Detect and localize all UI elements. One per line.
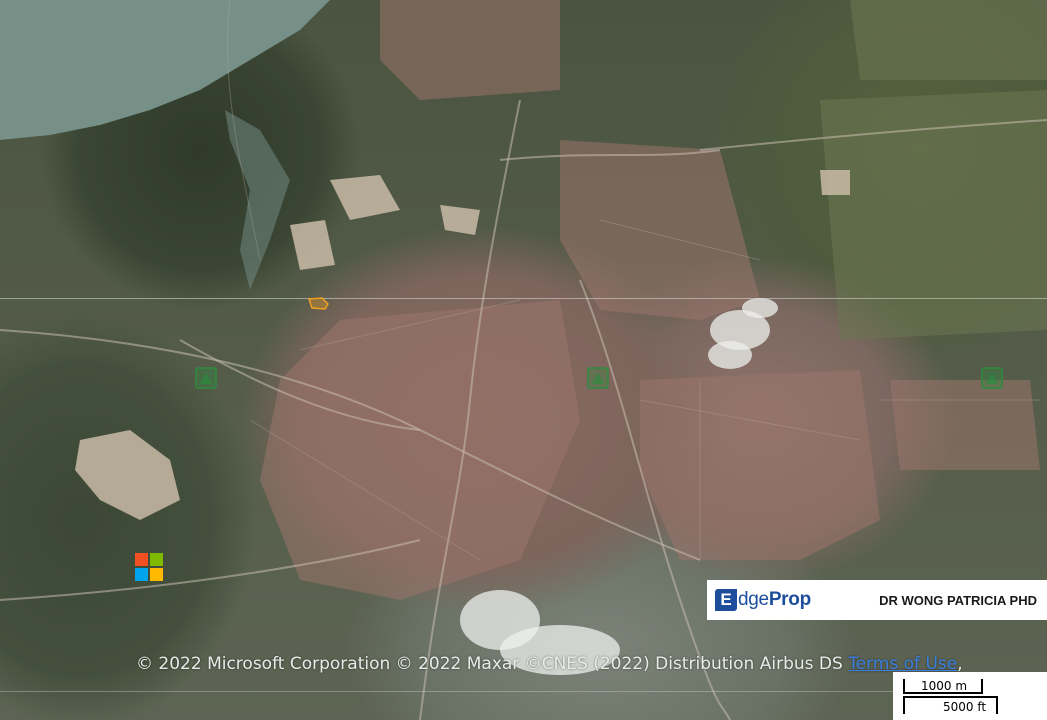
grid-line — [0, 691, 1047, 692]
agent-banner: E dgeProp DR WONG PATRICIA PHD — [707, 580, 1047, 620]
microsoft-logo-yellow — [150, 568, 163, 581]
edgeprop-logo-e: E — [715, 589, 737, 611]
edgeprop-logo[interactable]: E dgeProp — [715, 589, 811, 611]
satellite-map[interactable]: E dgeProp DR WONG PATRICIA PHD © 2022 Mi… — [0, 0, 1047, 720]
green-poi-marker[interactable] — [586, 366, 610, 392]
microsoft-logo-blue — [135, 568, 148, 581]
property-plot-outline[interactable] — [308, 297, 330, 311]
scale-imperial-label: 5000 ft — [943, 700, 987, 714]
microsoft-logo — [135, 553, 163, 581]
terms-of-use-link[interactable]: Terms of Use — [848, 654, 957, 674]
edgeprop-logo-mid: dge — [738, 589, 769, 610]
green-poi-marker[interactable] — [194, 366, 218, 392]
microsoft-logo-red — [135, 553, 148, 566]
grid-line — [0, 298, 1047, 299]
scale-metric-label: 1000 m — [921, 679, 968, 693]
map-copyright: © 2022 Microsoft Corporation © 2022 Maxa… — [136, 654, 963, 674]
edgeprop-logo-text: dgeProp — [738, 589, 811, 611]
agent-name: DR WONG PATRICIA PHD — [879, 592, 1037, 608]
microsoft-logo-green — [150, 553, 163, 566]
copyright-suffix: , — [957, 654, 963, 674]
green-poi-marker[interactable] — [980, 366, 1004, 392]
map-scale-bar: 1000 m 5000 ft — [893, 672, 1047, 720]
edgeprop-logo-suffix: Prop — [768, 589, 811, 610]
copyright-text: © 2022 Microsoft Corporation © 2022 Maxa… — [136, 654, 849, 674]
